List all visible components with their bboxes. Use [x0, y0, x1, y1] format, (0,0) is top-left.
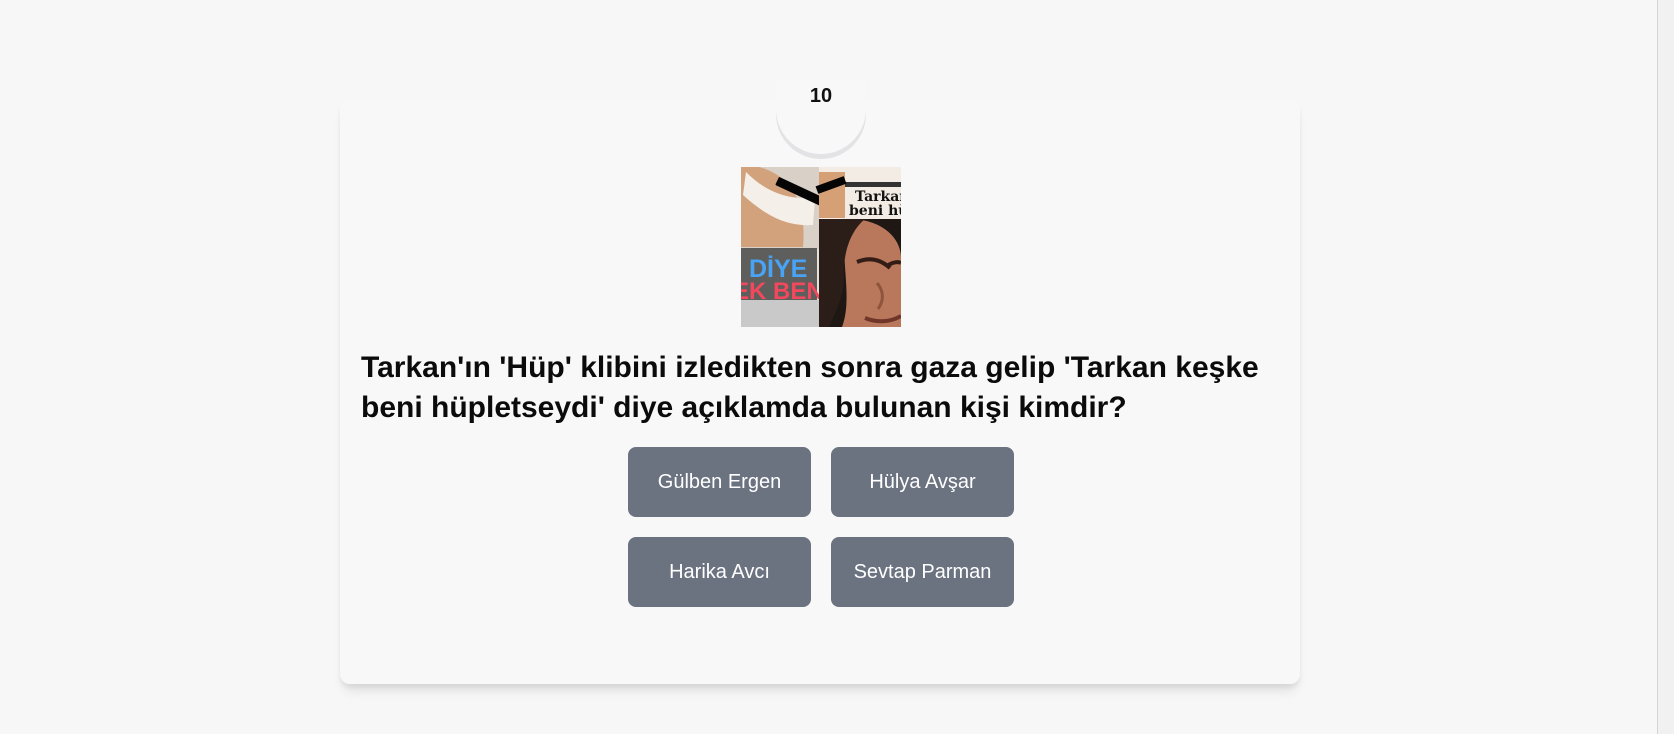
left-bottom-strip [741, 300, 819, 327]
answer-options: Gülben Ergen Hülya Avşar Harika Avcı Sev… [628, 447, 1014, 607]
question-image: DİYE EK BENİ Tarkan beni hüp [741, 167, 901, 327]
question-text: Tarkan'ın 'Hüp' klibini izledikten sonra… [361, 351, 1259, 424]
answer-option-2[interactable]: Hülya Avşar [831, 447, 1014, 517]
countdown-value: 10 [809, 85, 833, 107]
right-header-rule [843, 182, 901, 187]
answer-option-3[interactable]: Harika Avcı [628, 537, 811, 607]
image-headline-line-2: beni hüp [849, 203, 901, 219]
page-scrollbar[interactable] [1657, 0, 1674, 734]
answer-option-1[interactable]: Gülben Ergen [628, 447, 811, 517]
answer-option-4[interactable]: Sevtap Parman [831, 537, 1014, 607]
